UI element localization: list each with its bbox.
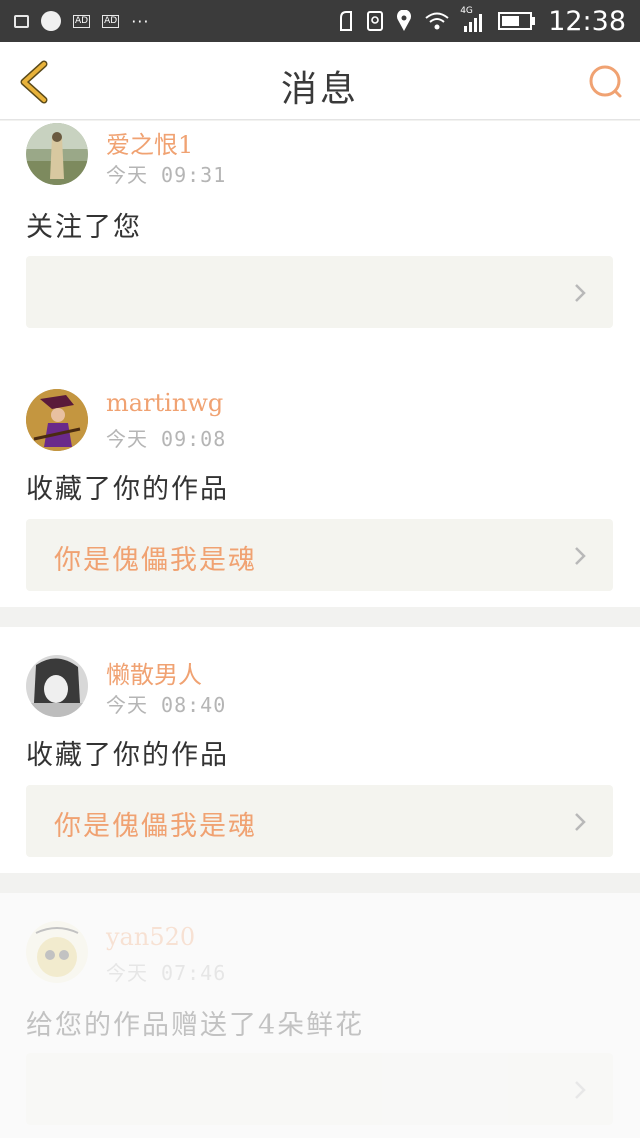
action-text: 给您的作品赠送了4朵鲜花 bbox=[26, 1010, 365, 1041]
username[interactable]: 爱之恨1 bbox=[106, 125, 193, 160]
work-link[interactable] bbox=[26, 256, 613, 328]
work-link[interactable] bbox=[26, 1053, 613, 1125]
action-text: 关注了您 bbox=[26, 212, 142, 243]
chevron-right-icon bbox=[575, 813, 586, 831]
avatar[interactable] bbox=[26, 123, 88, 185]
ad-notification-icon-2: AD bbox=[102, 14, 120, 28]
username[interactable]: martinwg bbox=[106, 389, 223, 417]
timestamp: 今天 09:31 bbox=[106, 163, 227, 187]
chevron-right-icon bbox=[575, 547, 586, 565]
avatar[interactable] bbox=[26, 921, 88, 983]
work-title: 你是傀儡我是魂 bbox=[54, 545, 257, 576]
username[interactable]: yan520 bbox=[106, 923, 195, 951]
signal-icon: 4G bbox=[460, 6, 486, 32]
message-item[interactable]: yan520 今天 07:46 给您的作品赠送了4朵鲜花 bbox=[0, 893, 640, 1138]
status-bar: AD AD ··· 4G 12:38 bbox=[0, 0, 640, 42]
timestamp: 今天 07:46 bbox=[106, 961, 227, 985]
location-icon bbox=[397, 10, 412, 31]
action-text: 收藏了你的作品 bbox=[26, 740, 229, 771]
nfc-icon bbox=[340, 11, 353, 31]
circle-notification-icon bbox=[41, 11, 61, 31]
clock: 12:38 bbox=[548, 5, 626, 37]
work-link[interactable]: 你是傀儡我是魂 bbox=[26, 785, 613, 857]
image-notification-icon bbox=[14, 14, 29, 28]
ad-notification-icon: AD bbox=[73, 14, 91, 28]
wifi-icon bbox=[425, 12, 449, 30]
timestamp: 今天 09:08 bbox=[106, 427, 227, 451]
battery-icon bbox=[498, 12, 536, 30]
search-icon[interactable] bbox=[588, 64, 624, 100]
chevron-right-icon bbox=[575, 284, 586, 302]
action-text: 收藏了你的作品 bbox=[26, 474, 229, 505]
nav-bar: 消息 bbox=[0, 42, 640, 120]
message-item[interactable]: 懒散男人 今天 08:40 收藏了你的作品 你是傀儡我是魂 bbox=[0, 627, 640, 873]
work-title: 你是傀儡我是魂 bbox=[54, 811, 257, 842]
more-notifications-icon: ··· bbox=[131, 11, 150, 31]
chevron-right-icon bbox=[575, 1081, 586, 1099]
sim-icon bbox=[367, 11, 384, 31]
page-title: 消息 bbox=[280, 69, 359, 110]
message-item[interactable]: martinwg 今天 09:08 收藏了你的作品 你是傀儡我是魂 bbox=[0, 361, 640, 607]
message-list[interactable]: 爱之恨1 今天 09:31 关注了您 martinwg 今天 09:08 收藏了… bbox=[0, 121, 640, 1138]
avatar[interactable] bbox=[26, 655, 88, 717]
work-link[interactable]: 你是傀儡我是魂 bbox=[26, 519, 613, 591]
avatar[interactable] bbox=[26, 389, 88, 451]
username[interactable]: 懒散男人 bbox=[106, 655, 202, 690]
timestamp: 今天 08:40 bbox=[106, 693, 227, 717]
